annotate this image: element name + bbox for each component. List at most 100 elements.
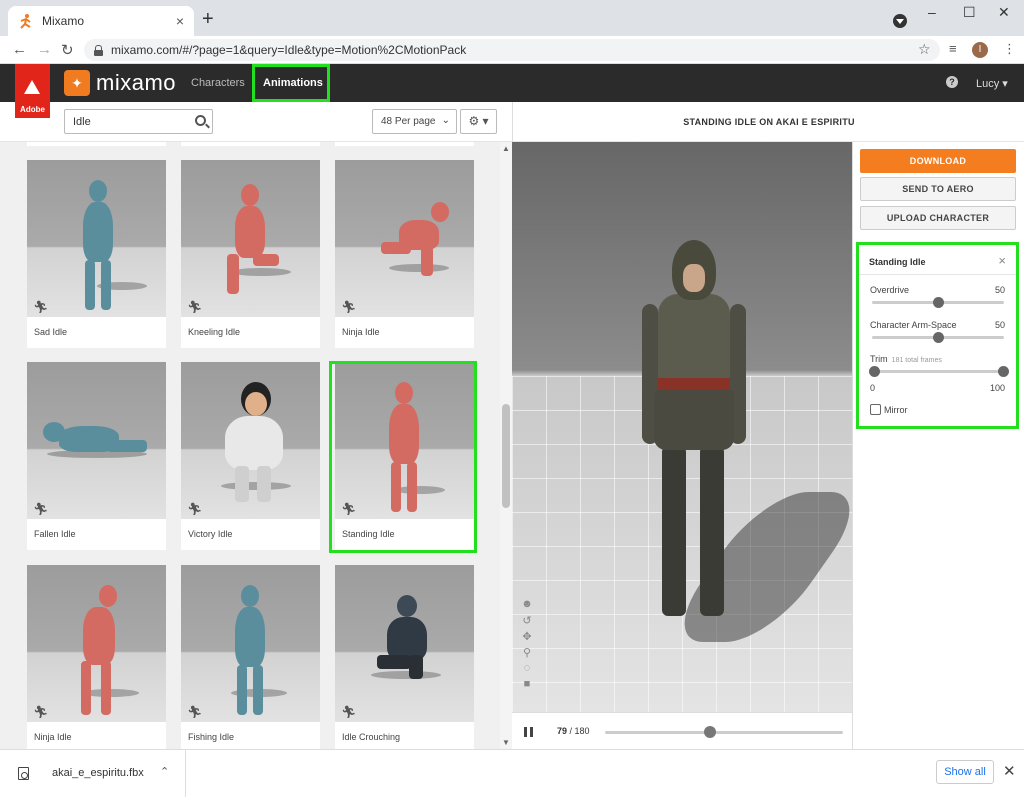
animations-highlight-box	[252, 64, 330, 102]
settings-dropdown-button[interactable]: ⚙ ▾	[460, 109, 497, 134]
search-value: Idle	[73, 116, 91, 128]
trim-frames-note: 181 total frames	[891, 357, 942, 364]
animation-thumbnail: 🏃︎	[27, 565, 166, 722]
animation-name: Idle Crouching	[342, 732, 401, 742]
animation-card[interactable]: 🏃︎ Fallen Idle	[27, 362, 166, 550]
download-item[interactable]: akai_e_espiritu.fbx ⌃	[0, 750, 186, 797]
per-page-value: 48 Per page	[381, 116, 436, 127]
mixamo-logo-icon[interactable]: ✦	[64, 70, 90, 96]
animation-name: Victory Idle	[188, 529, 233, 539]
total-frames: / 180	[569, 726, 590, 736]
reset-view-icon[interactable]: ◌	[520, 662, 534, 678]
overdrive-slider-handle[interactable]	[933, 297, 944, 308]
shelf-close-icon[interactable]: ✕	[1003, 762, 1016, 780]
scroll-up-icon[interactable]: ▲	[502, 144, 510, 153]
preview-header: STANDING IDLE ON AKAI E ESPIRITU	[512, 102, 1024, 142]
pan-icon[interactable]: ✥	[520, 630, 534, 646]
animation-card[interactable]: 🏃︎ Sad Idle	[27, 160, 166, 348]
3d-viewport[interactable]	[512, 142, 852, 712]
search-input[interactable]: Idle	[64, 109, 213, 134]
media-queue-icon[interactable]: ≡	[949, 41, 957, 56]
send-to-aero-button[interactable]: SEND TO AERO	[860, 177, 1016, 201]
overdrive-label: Overdrive	[870, 285, 910, 295]
running-figure-icon: 🏃︎	[187, 705, 203, 719]
timeline-handle[interactable]	[703, 726, 716, 738]
adobe-mark-icon	[24, 80, 40, 94]
per-page-select[interactable]: 48 Per page ⌄	[372, 109, 457, 134]
card-partial	[27, 142, 166, 146]
adobe-label: Adobe	[20, 105, 45, 114]
scrollbar-thumb[interactable]	[502, 404, 510, 508]
scroll-down-icon[interactable]: ▼	[502, 738, 510, 747]
zoom-icon[interactable]: ⚲	[520, 646, 534, 662]
overdrive-value: 50	[994, 285, 1005, 295]
grid-scrollbar[interactable]: ▲ ▼	[500, 142, 512, 749]
running-figure-icon: 🏃︎	[33, 300, 49, 314]
lock-icon	[94, 44, 103, 56]
show-all-button[interactable]: Show all	[936, 760, 994, 784]
trim-end-handle[interactable]	[998, 366, 1009, 377]
minimize-button[interactable]: –	[928, 4, 936, 20]
nav-characters[interactable]: Characters	[191, 77, 245, 89]
kebab-menu-icon[interactable]: ⋮	[1003, 41, 1016, 57]
url-text: mixamo.com/#/?page=1&query=Idle&type=Mot…	[111, 43, 467, 57]
bookmark-star-icon[interactable]: ☆	[918, 41, 931, 58]
running-figure-icon: 🏃︎	[187, 300, 203, 314]
animation-thumbnail: 🏃︎	[27, 362, 166, 519]
animation-card[interactable]: 🏃︎ Idle Crouching	[335, 565, 474, 749]
upload-character-button[interactable]: UPLOAD CHARACTER	[860, 206, 1016, 230]
running-figure-icon: 🏃︎	[187, 502, 203, 516]
help-icon[interactable]: ?	[946, 76, 958, 88]
animation-settings-panel: Standing Idle × Overdrive 50 Character A…	[856, 242, 1019, 429]
chevron-down-icon: ⌄	[441, 115, 450, 126]
frame-counter: 79 / 180	[557, 726, 590, 736]
animation-name: Fallen Idle	[34, 529, 76, 539]
camera-icon[interactable]: ■	[520, 678, 534, 694]
tab-close-icon[interactable]: ×	[176, 13, 184, 29]
animation-card[interactable]: 🏃︎ Fishing Idle	[181, 565, 320, 749]
animation-card[interactable]: 🏃︎ Victory Idle	[181, 362, 320, 550]
mixamo-brand[interactable]: mixamo	[96, 70, 176, 96]
mirror-checkbox[interactable]	[870, 404, 881, 415]
maximize-button[interactable]: ☐	[963, 4, 976, 21]
running-figure-icon: 🏃︎	[33, 705, 49, 719]
back-arrow-icon[interactable]: ←	[12, 41, 27, 58]
search-icon[interactable]	[195, 115, 206, 126]
timeline-track[interactable]	[605, 731, 843, 734]
browser-tab[interactable]: Mixamo ×	[8, 6, 194, 36]
arm-space-label: Character Arm-Space	[870, 320, 957, 330]
download-button[interactable]: DOWNLOAD	[860, 149, 1016, 173]
mixamo-favicon-icon	[18, 13, 34, 29]
arm-space-slider-handle[interactable]	[933, 332, 944, 343]
new-tab-button[interactable]: +	[202, 9, 214, 29]
animation-name: Fishing Idle	[188, 732, 235, 742]
pause-icon[interactable]	[524, 727, 533, 737]
rotate-icon[interactable]: ↺	[520, 614, 534, 630]
animation-card[interactable]: 🏃︎ Ninja Idle	[27, 565, 166, 749]
animation-card[interactable]: 🏃︎ Ninja Idle	[335, 160, 474, 348]
adobe-logo[interactable]: Adobe	[15, 64, 50, 118]
chevron-up-icon[interactable]: ⌃	[160, 765, 169, 778]
profile-avatar[interactable]: I	[972, 42, 988, 58]
animation-name: Sad Idle	[34, 327, 68, 337]
panel-title: Standing Idle	[869, 257, 926, 267]
animation-thumbnail: 🏃︎	[27, 160, 166, 317]
browser-address-row: ← → ↻ mixamo.com/#/?page=1&query=Idle&ty…	[0, 36, 1024, 64]
reload-icon[interactable]: ↻	[61, 41, 74, 59]
panel-close-icon[interactable]: ×	[998, 253, 1006, 268]
file-icon	[18, 767, 29, 780]
panel-divider	[859, 274, 1016, 275]
animation-thumbnail: 🏃︎	[181, 362, 320, 519]
trim-slider-track[interactable]	[872, 370, 1004, 373]
card-partial	[181, 142, 320, 146]
user-menu[interactable]: Lucy ▾	[976, 77, 1008, 90]
forward-arrow-icon[interactable]: →	[37, 41, 52, 58]
face-camera-icon[interactable]: ☻	[520, 598, 534, 614]
window-close-button[interactable]: ✕	[998, 4, 1010, 21]
download-filename: akai_e_espiritu.fbx	[52, 767, 144, 779]
animation-card[interactable]: 🏃︎ Kneeling Idle	[181, 160, 320, 348]
profile-menu-icon[interactable]	[893, 14, 907, 28]
trim-start-handle[interactable]	[869, 366, 880, 377]
address-bar[interactable]: mixamo.com/#/?page=1&query=Idle&type=Mot…	[84, 39, 940, 61]
animation-thumbnail: 🏃︎	[335, 565, 474, 722]
